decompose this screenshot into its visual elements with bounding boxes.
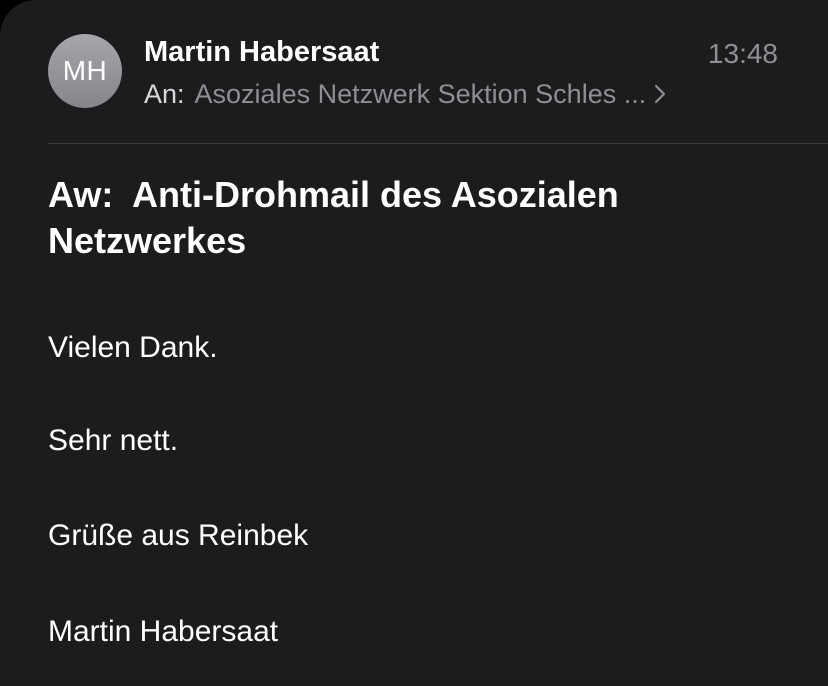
chevron-right-icon[interactable] (654, 84, 666, 104)
mail-message-view: MH Martin Habersaat 13:48 An: Asoziales … (0, 0, 828, 686)
recipient-name[interactable]: Asoziales Netzwerk Sektion Schles ... (195, 78, 647, 110)
body-line-thanks: Vielen Dank. (48, 331, 218, 364)
message-time: 13:48 (707, 38, 778, 69)
body-line-greeting: Grüße aus Reinbek (48, 519, 309, 552)
message-header: MH Martin Habersaat 13:48 An: Asoziales … (48, 32, 828, 110)
recipients-row[interactable]: An: Asoziales Netzwerk Sektion Schles ..… (144, 78, 666, 110)
body-line-nice: Sehr nett. (48, 424, 179, 457)
body-line-signature: Martin Habersaat (48, 615, 279, 648)
header-divider (48, 143, 828, 144)
to-label: An: (144, 79, 185, 109)
sender-avatar[interactable]: MH (48, 34, 122, 108)
message-subject: Aw: Anti-Drohmail des Asozialen Netzwerk… (48, 174, 629, 261)
sender-name[interactable]: Martin Habersaat (144, 36, 379, 68)
